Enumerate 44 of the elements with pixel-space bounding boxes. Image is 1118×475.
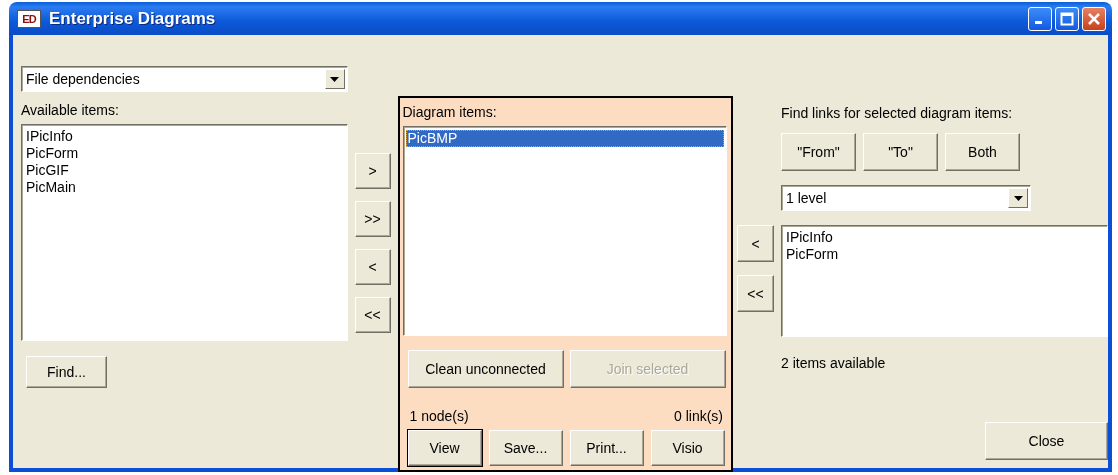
find-links-label: Find links for selected diagram items: [781,105,1014,121]
list-item[interactable]: IPicInfo [784,229,1105,246]
list-item[interactable]: PicGIF [24,162,345,179]
action-button[interactable]: Visio [650,430,725,466]
node-count: 1 node(s) [409,408,469,424]
close-button[interactable] [1082,6,1106,31]
list-item[interactable]: PicForm [784,246,1105,263]
minimize-button[interactable] [1028,6,1052,31]
list-item[interactable]: PicMain [24,179,345,196]
transfer-button[interactable]: < [354,249,391,285]
direction-button[interactable]: Both [945,133,1020,171]
diagram-type-dropdown[interactable]: File dependencies [21,66,348,92]
close-icon [1087,11,1101,26]
dropdown-arrow-icon [1013,195,1023,201]
list-item[interactable]: IPicInfo [24,128,345,145]
available-items-list[interactable]: IPicInfo PicForm PicGIF PicMain [21,124,348,341]
transfer-button[interactable]: << [354,297,391,333]
dropdown-arrow-icon [330,76,339,82]
transfer-button[interactable]: > [354,153,391,189]
direction-button[interactable]: "From" [781,133,856,171]
transfer-button[interactable]: >> [354,201,391,237]
link-count: 0 link(s) [674,408,723,424]
depth-dropdown[interactable]: 1 level [781,185,1031,211]
direction-button[interactable]: "To" [863,133,938,171]
list-item[interactable]: PicForm [24,145,345,162]
diagram-items-label: Diagram items: [402,104,498,120]
transfer-button[interactable]: << [737,275,774,312]
window-title: Enterprise Diagrams [49,8,217,29]
maximize-icon [1060,11,1074,26]
find-button[interactable]: Find... [26,356,107,388]
action-button[interactable]: Print... [569,430,644,466]
linked-items-list[interactable]: IPicInfo PicForm [781,225,1108,337]
action-button[interactable]: View [407,430,482,466]
maximize-button[interactable] [1055,6,1079,31]
close-dialog-button[interactable]: Close [985,422,1108,460]
available-items-label: Available items: [21,102,120,118]
action-button[interactable]: Save... [488,430,563,466]
diagram-items-list[interactable]: PicBMP [402,126,727,336]
items-available-status: 2 items available [781,355,887,371]
minimize-icon [1035,21,1042,24]
list-item[interactable]: PicBMP [405,130,724,147]
clean-unconnected-button[interactable]: Clean unconnected [407,350,564,388]
app-logo: ED [17,9,41,28]
transfer-button[interactable]: < [737,225,774,262]
